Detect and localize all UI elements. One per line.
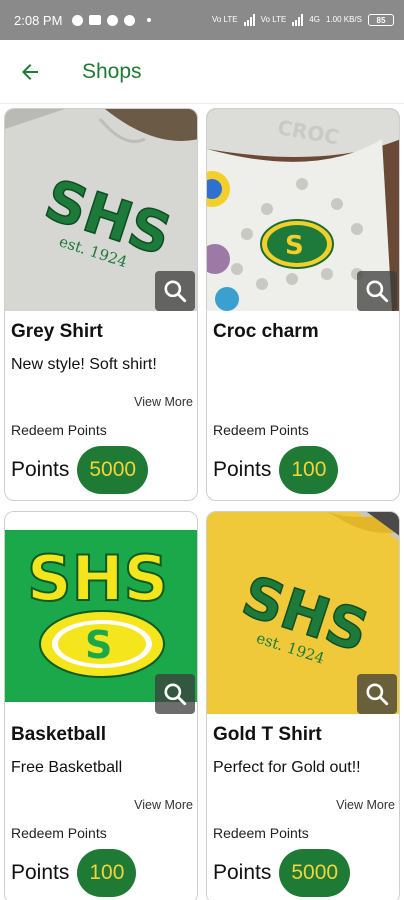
product-description: Free Basketball [11,759,123,776]
signal-strength-icon [243,14,255,26]
product-description: Perfect for Gold out!! [213,759,361,776]
image-charm-letter: S [285,231,304,261]
magnifier-icon [164,683,187,706]
product-title: Gold T Shirt [213,724,322,745]
battery-icon: 85 [368,14,394,26]
image-logo-text: SHS [27,542,168,615]
page-title: Shops [82,59,142,83]
data-speed-label: 1.00 KB/S [325,15,362,24]
status-left: 2:08 PM [14,12,152,28]
product-card[interactable]: SHS est. 1924 Gold T Shirt Perfect for G… [206,511,400,900]
redeem-points-label: Redeem Points [11,422,107,438]
messages-notification-icon [124,14,136,26]
magnifier-icon [366,280,389,303]
youtube-notification-icon [89,15,102,25]
battery-level: 85 [376,15,386,25]
zoom-button[interactable] [357,271,397,311]
volte-label-1: Vo LTE [211,15,238,24]
back-button[interactable] [0,40,60,104]
zoom-button[interactable] [155,674,195,714]
product-title: Grey Shirt [11,321,103,342]
product-image[interactable]: CROC S [207,109,399,311]
magnifier-icon [164,280,187,303]
status-time: 2:08 PM [14,12,63,28]
product-title: Basketball [11,724,107,745]
volte-label-2: Vo LTE [260,15,287,24]
redeem-points-label: Redeem Points [213,825,309,841]
product-card[interactable]: CROC S Croc charm Redeem Points Points 1… [206,108,400,501]
product-card[interactable]: SHS est. 1924 Grey Shirt New style! Soft… [4,108,198,501]
product-image[interactable]: SHS est. 1924 [207,512,399,714]
view-more-link[interactable]: View More [336,798,395,812]
signal-strength-icon [292,14,304,26]
product-image[interactable]: SHS est. 1924 [5,109,197,311]
view-more-link[interactable]: View More [134,798,193,812]
points-label: Points [11,861,70,884]
points-label: Points [213,861,272,884]
product-grid: SHS est. 1924 Grey Shirt New style! Soft… [4,108,402,900]
status-bar: 2:08 PM Vo LTE Vo LTE 4G 1.00 KB/S 85 [0,0,404,40]
points-row: Points 5000 [213,849,351,897]
product-title: Croc charm [213,321,319,342]
app-notification-icon [107,14,119,26]
image-logo-letter: S [85,623,112,667]
points-row: Points 100 [11,849,137,897]
points-value-button[interactable]: 5000 [279,849,351,897]
points-value-button[interactable]: 100 [279,446,339,494]
zoom-button[interactable] [357,674,397,714]
app-bar: Shops [0,40,404,104]
product-image[interactable]: SHS S [5,512,197,714]
more-notifications-dot-icon [147,18,152,22]
status-right: Vo LTE Vo LTE 4G 1.00 KB/S 85 [212,14,394,26]
product-description: New style! Soft shirt! [11,356,157,373]
view-more-link[interactable]: View More [134,395,193,409]
points-row: Points 100 [213,446,339,494]
points-value-button[interactable]: 100 [77,849,137,897]
zoom-button[interactable] [155,271,195,311]
network-type-label: 4G [309,15,320,24]
redeem-points-label: Redeem Points [11,825,107,841]
chat-notification-icon [72,14,84,26]
points-label: Points [213,458,272,481]
arrow-back-icon [22,63,38,80]
magnifier-icon [366,683,389,706]
points-label: Points [11,458,70,481]
points-row: Points 5000 [11,446,149,494]
points-value-button[interactable]: 5000 [77,446,149,494]
product-card[interactable]: SHS S Basketball Free Basketball View Mo… [4,511,198,900]
redeem-points-label: Redeem Points [213,422,309,438]
